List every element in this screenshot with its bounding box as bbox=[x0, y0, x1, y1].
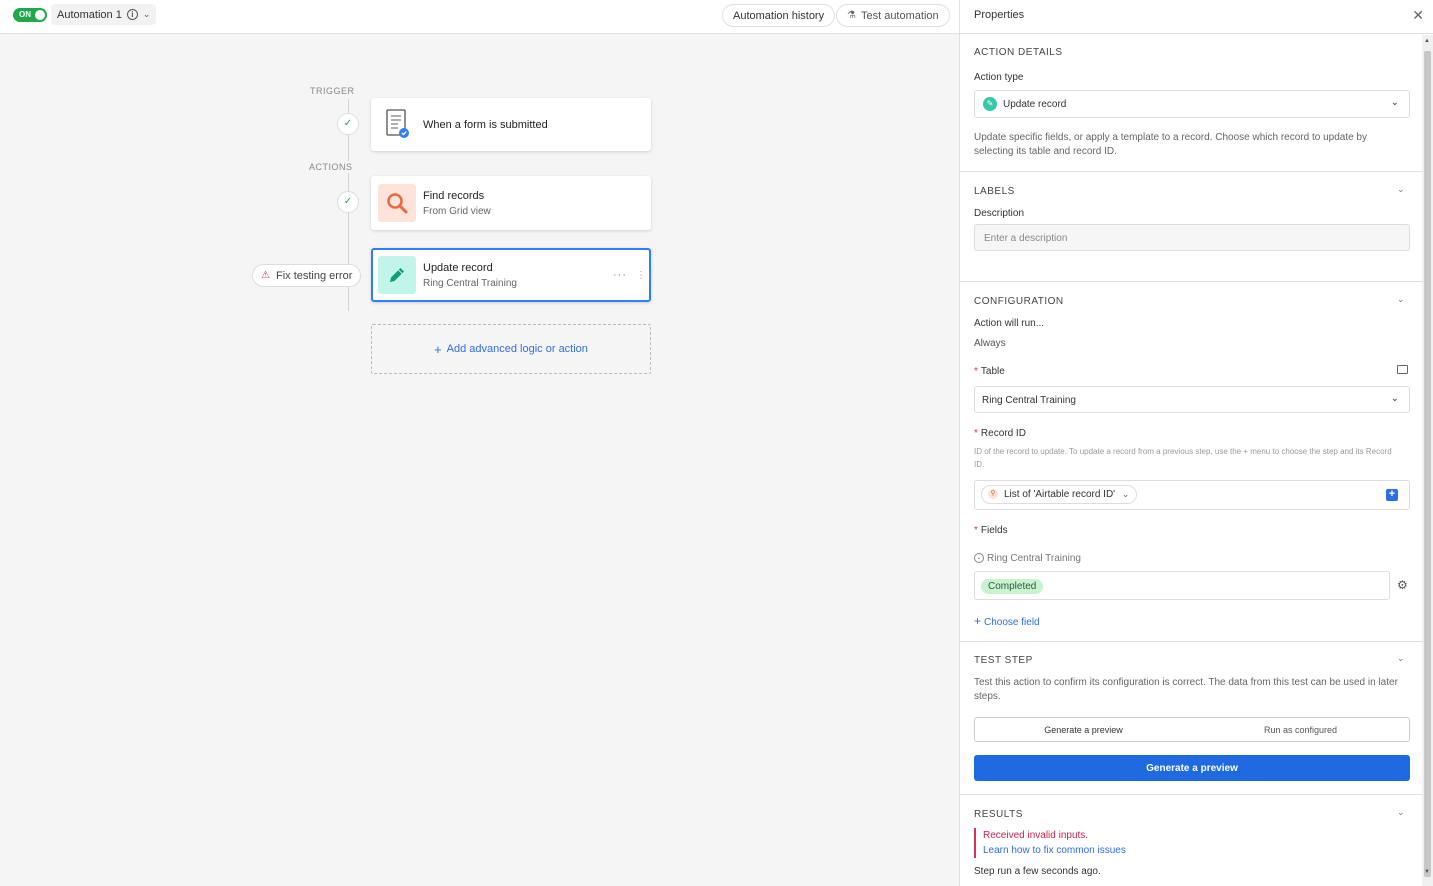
find-records-subtitle: From Grid view bbox=[423, 206, 491, 217]
flask-icon: ⚗ bbox=[847, 10, 856, 21]
actions-section-label: ACTIONS bbox=[309, 161, 353, 173]
trigger-check-icon: ✓ bbox=[337, 113, 359, 135]
pencil-icon: ✎ bbox=[983, 97, 997, 111]
table-icon[interactable] bbox=[1397, 365, 1408, 374]
panel-title: Properties bbox=[974, 9, 1025, 21]
segment-generate-preview[interactable]: Generate a preview bbox=[975, 718, 1192, 741]
update-record-subtitle: Ring Central Training bbox=[423, 278, 517, 289]
configuration-heading: CONFIGURATION bbox=[974, 296, 1064, 307]
field-value-input[interactable]: Completed bbox=[974, 571, 1390, 600]
completed-tag[interactable]: Completed bbox=[981, 579, 1044, 594]
update-record-card[interactable]: Update record Ring Central Training ··· … bbox=[371, 248, 656, 302]
step-run-timestamp: Step run a few seconds ago. bbox=[974, 866, 1101, 877]
scroll-up-icon[interactable]: ▲ bbox=[1424, 38, 1430, 44]
circle-check-icon: ⌄ bbox=[974, 553, 984, 564]
gear-icon[interactable]: ⚙ bbox=[1397, 578, 1408, 592]
scroll-down-icon[interactable]: ▼ bbox=[1424, 869, 1430, 875]
section-divider bbox=[960, 171, 1423, 172]
test-step-help: Test this action to confirm its configur… bbox=[974, 677, 1398, 702]
trigger-section-label: TRIGGER bbox=[310, 86, 355, 96]
description-placeholder: Enter a description bbox=[984, 233, 1068, 244]
search-icon bbox=[378, 184, 416, 222]
panel-scrollbar[interactable]: ▲ ▼ bbox=[1422, 35, 1433, 886]
close-icon[interactable]: ✕ bbox=[1412, 7, 1424, 24]
find-records-card[interactable]: Find records From Grid view bbox=[371, 176, 651, 230]
update-record-title: Update record bbox=[423, 262, 493, 274]
chevron-down-icon[interactable]: ⌄ bbox=[1397, 184, 1405, 195]
find-records-title: Find records bbox=[423, 190, 485, 202]
top-bar: ON Automation 1 i ⌄ Automation history ⚗… bbox=[0, 0, 959, 34]
test-mode-segmented-control: Generate a preview Run as configured bbox=[974, 717, 1410, 742]
record-id-label: * Record ID bbox=[974, 428, 1026, 439]
plus-icon: + bbox=[434, 341, 442, 357]
test-automation-button[interactable]: ⚗ Test automation bbox=[836, 4, 950, 27]
chevron-down-icon[interactable]: ⌄ bbox=[1397, 294, 1405, 305]
add-advanced-logic-button[interactable]: + Add advanced logic or action bbox=[371, 324, 651, 374]
record-id-input[interactable]: ⚲ List of 'Airtable record ID' ⌄ + bbox=[974, 480, 1410, 510]
generate-preview-button[interactable]: Generate a preview bbox=[974, 755, 1410, 781]
action-will-run-label: Action will run... bbox=[974, 318, 1045, 329]
section-divider bbox=[960, 641, 1423, 642]
chevron-down-icon[interactable]: ⌄ bbox=[1397, 807, 1405, 818]
chevron-down-icon: ⌄ bbox=[142, 9, 151, 19]
more-options-icon[interactable]: ··· bbox=[613, 269, 627, 281]
trigger-title: When a form is submitted bbox=[423, 119, 548, 131]
plus-icon: + bbox=[974, 614, 982, 628]
segment-run-as-configured[interactable]: Run as configured bbox=[1192, 718, 1409, 741]
automation-name-menu[interactable]: Automation 1 i ⌄ bbox=[51, 4, 157, 25]
learn-fix-link[interactable]: Learn how to fix common issues bbox=[983, 843, 1274, 858]
action-will-run-value: Always bbox=[974, 338, 1006, 349]
test-automation-label: Test automation bbox=[860, 9, 939, 22]
automation-toggle[interactable]: ON bbox=[13, 8, 47, 22]
drag-handle-icon[interactable]: ⋮⋮ bbox=[636, 270, 656, 281]
info-icon[interactable]: i bbox=[126, 9, 138, 20]
chevron-down-icon: ⌄ bbox=[1390, 393, 1399, 404]
record-id-token[interactable]: ⚲ List of 'Airtable record ID' ⌄ bbox=[981, 485, 1138, 504]
description-input[interactable]: Enter a description bbox=[974, 224, 1410, 251]
table-select[interactable]: Ring Central Training ⌄ bbox=[974, 386, 1410, 413]
automation-history-label: Automation history bbox=[733, 9, 825, 22]
fix-testing-error-button[interactable]: ⚠ Fix testing error bbox=[252, 264, 362, 287]
test-step-heading: TEST STEP bbox=[974, 655, 1033, 666]
insert-plus-icon[interactable]: + bbox=[1386, 489, 1398, 501]
scrollbar-thumb[interactable] bbox=[1424, 51, 1431, 877]
labels-heading: LABELS bbox=[974, 186, 1015, 197]
chevron-down-icon: ⌄ bbox=[1121, 489, 1130, 499]
fix-testing-error-label: Fix testing error bbox=[275, 269, 353, 282]
chevron-down-icon[interactable]: ⌄ bbox=[1397, 653, 1405, 664]
automation-name: Automation 1 bbox=[57, 8, 122, 21]
results-heading: RESULTS bbox=[974, 809, 1023, 820]
section-divider bbox=[960, 794, 1423, 795]
record-id-token-label: List of 'Airtable record ID' bbox=[1004, 489, 1116, 500]
toggle-knob bbox=[35, 10, 45, 20]
fields-label: * Fields bbox=[974, 525, 1008, 536]
pencil-icon bbox=[378, 256, 416, 294]
action-type-label: Action type bbox=[974, 72, 1024, 83]
toggle-label: ON bbox=[19, 10, 31, 19]
choose-field-button[interactable]: + Choose field bbox=[974, 614, 1040, 628]
find-check-icon: ✓ bbox=[337, 191, 359, 213]
search-icon: ⚲ bbox=[988, 489, 998, 499]
table-label: * Table bbox=[974, 366, 1005, 377]
action-type-select[interactable]: ✎ Update record ⌄ bbox=[974, 90, 1410, 118]
trigger-card[interactable]: When a form is submitted bbox=[371, 98, 651, 151]
action-type-value: Update record bbox=[1003, 99, 1067, 110]
results-error-text: Received invalid inputs. bbox=[983, 830, 1089, 841]
automation-history-button[interactable]: Automation history bbox=[722, 4, 836, 27]
properties-panel: Properties ✕ ▲ ▼ ACTION DETAILS Action t… bbox=[959, 0, 1433, 886]
automation-canvas: TRIGGER ✓ ACTIONS ✓ When a form is submi… bbox=[0, 35, 959, 886]
chevron-down-icon: ⌄ bbox=[1390, 97, 1399, 108]
results-error-box: Received invalid inputs. Learn how to fi… bbox=[974, 828, 1274, 858]
warning-icon: ⚠ bbox=[261, 270, 270, 281]
field-name-row: ⌄ Ring Central Training bbox=[974, 553, 1081, 564]
action-type-help: Update specific fields, or apply a templ… bbox=[974, 132, 1367, 157]
description-label: Description bbox=[974, 208, 1025, 219]
table-value: Ring Central Training bbox=[982, 395, 1076, 406]
form-icon bbox=[378, 105, 416, 143]
action-details-heading: ACTION DETAILS bbox=[974, 47, 1063, 58]
record-id-help: ID of the record to update. To update a … bbox=[974, 447, 1392, 469]
panel-header: Properties ✕ bbox=[960, 0, 1433, 34]
section-divider bbox=[960, 281, 1423, 282]
add-advanced-logic-label: Add advanced logic or action bbox=[446, 343, 588, 355]
